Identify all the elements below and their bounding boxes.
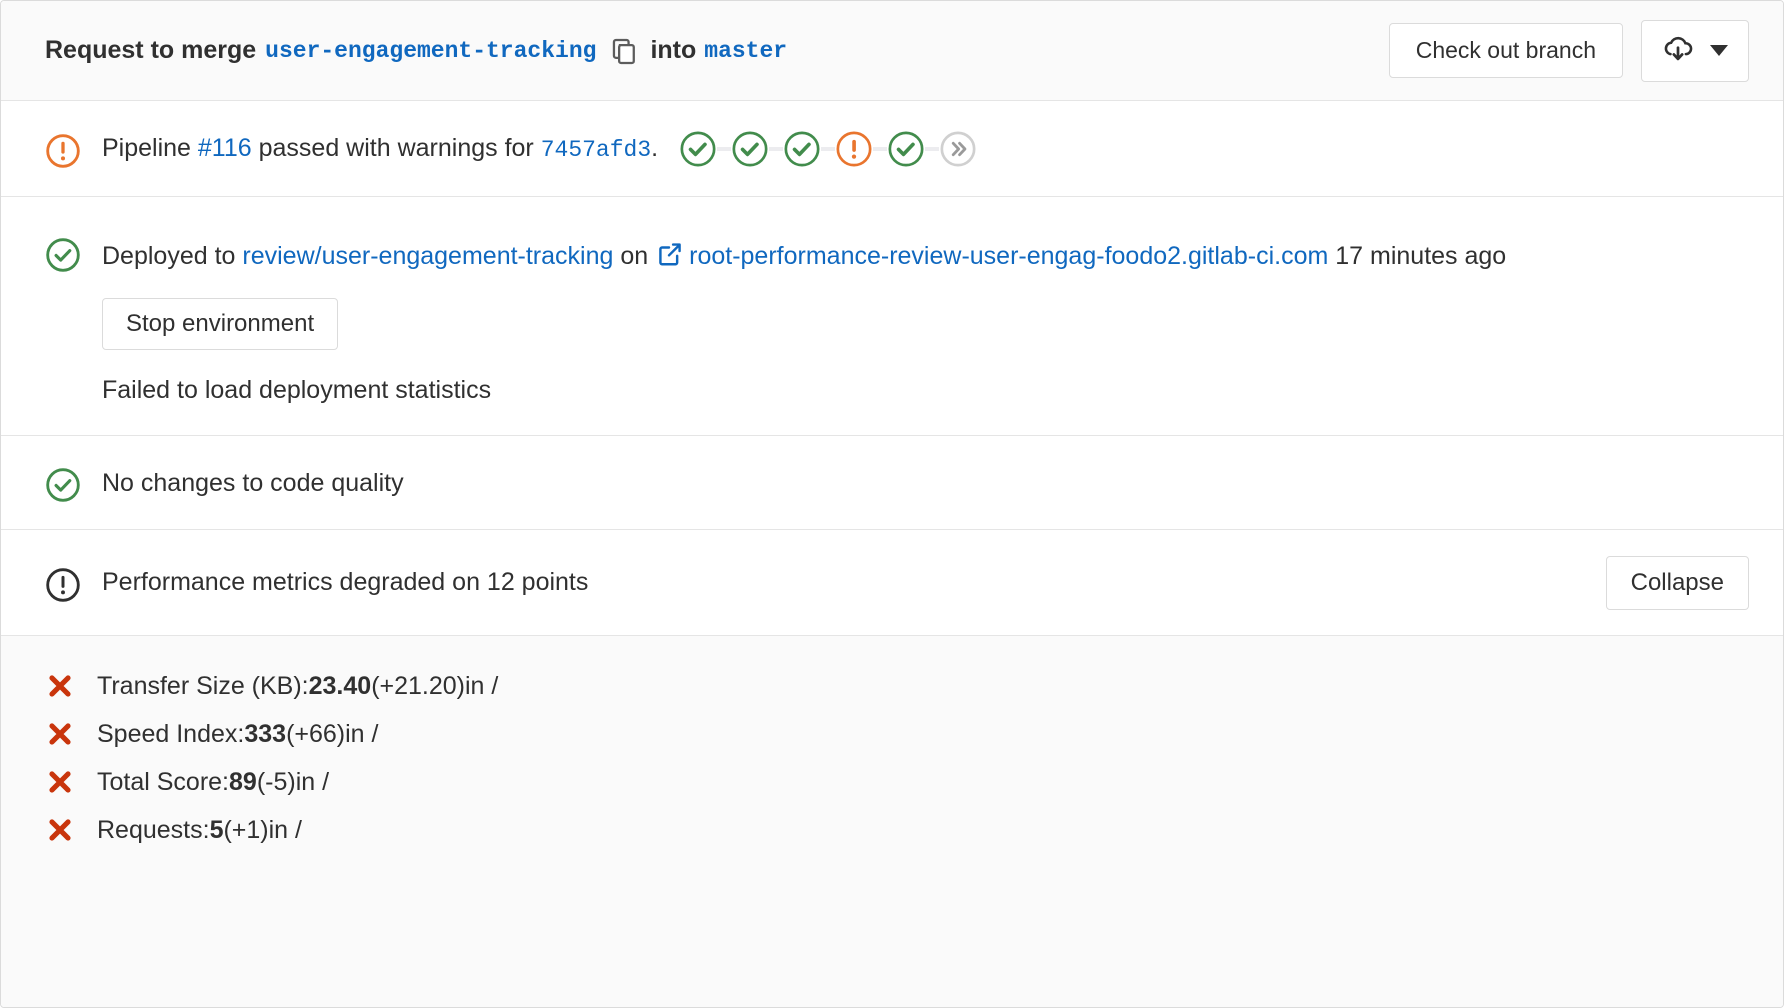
copy-icon[interactable] xyxy=(612,37,638,65)
metric-label: Total Score: xyxy=(97,768,229,797)
merge-request-widget: Request to merge user-engagement-trackin… xyxy=(0,0,1784,1008)
success-icon xyxy=(45,237,81,273)
metric-scope: in / xyxy=(269,816,302,845)
pipeline-row-body: Pipeline #116 passed with warnings for 7… xyxy=(102,123,1749,175)
pipeline-label: Pipeline xyxy=(102,134,191,162)
fail-icon xyxy=(45,768,75,796)
pipeline-result-label: passed with warnings for xyxy=(259,134,534,162)
source-branch-link[interactable]: user-engagement-tracking xyxy=(265,38,596,64)
metric-delta: (-5) xyxy=(257,768,296,797)
code-quality-row-body: No changes to code quality xyxy=(102,458,1749,508)
metric-delta: (+21.20) xyxy=(371,672,465,701)
stop-environment-button[interactable]: Stop environment xyxy=(102,298,338,350)
chevron-down-icon xyxy=(1710,45,1728,56)
metric-label: Requests: xyxy=(97,816,210,845)
stage-warning-4[interactable] xyxy=(835,130,873,168)
cloud-download-icon xyxy=(1662,34,1694,68)
metric-scope: in / xyxy=(345,720,378,749)
stage-connector xyxy=(769,147,783,151)
metric-delta: (+1) xyxy=(223,816,268,845)
pipeline-id-link[interactable]: #116 xyxy=(198,134,252,162)
pipeline-status-row: Pipeline #116 passed with warnings for 7… xyxy=(1,101,1783,197)
download-dropdown-button[interactable] xyxy=(1641,20,1749,82)
deployment-row-body: Deployed to review/user-engagement-track… xyxy=(102,231,1749,405)
performance-row-body: Performance metrics degraded on 12 point… xyxy=(102,568,1606,597)
alert-icon xyxy=(45,567,81,603)
collapse-button[interactable]: Collapse xyxy=(1606,556,1749,610)
commit-sha-link[interactable]: 7457afd3 xyxy=(541,137,651,163)
code-quality-row: No changes to code quality xyxy=(1,436,1783,530)
merge-prefix-label: Request to merge xyxy=(45,36,256,65)
metric-scope: in / xyxy=(465,672,498,701)
metric-scope: in / xyxy=(296,768,329,797)
stage-success-5[interactable] xyxy=(887,130,925,168)
metric-row: Total Score:89(-5) in / xyxy=(45,758,1739,806)
fail-icon xyxy=(45,816,75,844)
performance-metrics-title: Performance metrics degraded on 12 point… xyxy=(102,568,588,596)
pipeline-period: . xyxy=(651,134,658,162)
deployment-row: Deployed to review/user-engagement-track… xyxy=(1,197,1783,436)
environment-link[interactable]: review/user-engagement-tracking xyxy=(242,242,613,270)
stage-more[interactable] xyxy=(939,130,977,168)
warning-icon xyxy=(45,133,81,169)
deployed-to-label: Deployed to xyxy=(102,242,235,270)
metric-value: 5 xyxy=(210,816,224,845)
stage-connector xyxy=(873,147,887,151)
pipeline-status-text: Pipeline #116 passed with warnings for 7… xyxy=(102,123,1749,175)
fail-icon xyxy=(45,720,75,748)
metric-delta: (+66) xyxy=(286,720,345,749)
stage-connector xyxy=(821,147,835,151)
metric-row: Requests:5(+1) in / xyxy=(45,806,1739,854)
metric-value: 23.40 xyxy=(309,672,372,701)
deployment-status-text: Deployed to review/user-engagement-track… xyxy=(102,231,1749,284)
metric-value: 333 xyxy=(244,720,286,749)
deployed-on-label: on xyxy=(620,242,648,270)
deployment-time-ago: 17 minutes ago xyxy=(1335,242,1506,270)
metric-row: Speed Index:333(+66) in / xyxy=(45,710,1739,758)
metric-label: Speed Index: xyxy=(97,720,244,749)
metric-value: 89 xyxy=(229,768,257,797)
performance-metrics-list: Transfer Size (KB):23.40(+21.20) in / Sp… xyxy=(1,636,1783,1007)
metric-row: Transfer Size (KB):23.40(+21.20) in / xyxy=(45,662,1739,710)
success-icon xyxy=(45,467,81,503)
performance-metrics-row: Performance metrics degraded on 12 point… xyxy=(1,530,1783,636)
environment-url-link[interactable]: root-performance-review-user-engag-foodo… xyxy=(689,242,1328,270)
target-branch-link[interactable]: master xyxy=(704,38,787,64)
merge-request-header: Request to merge user-engagement-trackin… xyxy=(1,1,1783,101)
stage-connector xyxy=(925,147,939,151)
stage-success-3[interactable] xyxy=(783,130,821,168)
stage-success-2[interactable] xyxy=(731,130,769,168)
deployment-statistics-error: Failed to load deployment statistics xyxy=(102,376,1749,405)
header-actions: Check out branch xyxy=(1389,20,1749,82)
code-quality-text: No changes to code quality xyxy=(102,469,404,497)
merge-connector-label: into xyxy=(650,36,696,65)
stage-success-1[interactable] xyxy=(679,130,717,168)
metric-label: Transfer Size (KB): xyxy=(97,672,309,701)
merge-request-title: Request to merge user-engagement-trackin… xyxy=(45,36,1389,65)
fail-icon xyxy=(45,672,75,700)
external-link-icon[interactable] xyxy=(657,234,683,284)
stage-connector xyxy=(717,147,731,151)
pipeline-stage-list xyxy=(679,130,977,168)
check-out-branch-button[interactable]: Check out branch xyxy=(1389,23,1623,78)
